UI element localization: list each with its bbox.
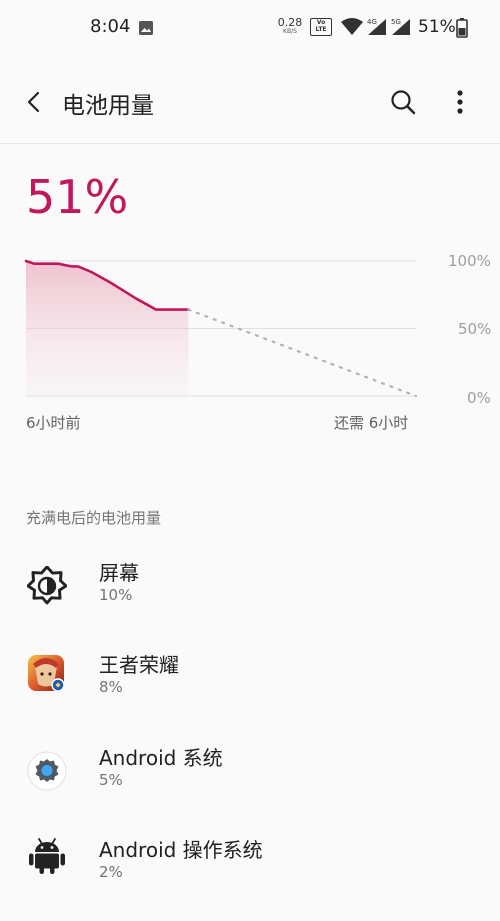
svg-text:4G: 4G xyxy=(367,18,377,26)
projected-usage-line xyxy=(187,308,418,398)
usage-item-name: Android 系统 xyxy=(99,746,223,770)
back-arrow-icon[interactable] xyxy=(20,88,48,116)
y-axis-label-0: 0% xyxy=(467,389,491,407)
app-bar: 电池用量 xyxy=(0,68,500,134)
status-time: 8:04 xyxy=(90,16,131,37)
usage-item-percent: 5% xyxy=(99,771,123,789)
y-axis-label-100: 100% xyxy=(448,252,491,270)
app-bar-divider xyxy=(0,143,500,144)
usage-item-name: Android 操作系统 xyxy=(99,838,263,862)
battery-percent-status: 51% xyxy=(418,17,456,37)
battery-chart-svg xyxy=(24,259,418,398)
battery-icon xyxy=(456,18,468,38)
usage-item-percent: 8% xyxy=(99,678,123,696)
net-speed: 0.28 KB/S xyxy=(277,16,303,35)
x-axis-label-start: 6小时前 xyxy=(26,414,81,432)
usage-item-android-system[interactable]: Android 系统 5% xyxy=(0,741,500,829)
status-bar: 8:04 0.28 KB/S Vo LTE 4G 5G 51% xyxy=(0,0,500,56)
usage-item-name: 屏幕 xyxy=(99,561,139,585)
usage-item-screen[interactable]: 屏幕 10% xyxy=(0,556,500,644)
more-options-icon[interactable] xyxy=(448,87,472,117)
page-title: 电池用量 xyxy=(62,93,154,119)
android-system-icon xyxy=(27,751,67,791)
svg-text:5G: 5G xyxy=(391,18,401,26)
android-os-icon xyxy=(29,838,65,874)
battery-usage-chart: 100% 50% 0% 6小时前 还需 6小时 xyxy=(0,240,500,440)
usage-item-name: 王者荣耀 xyxy=(99,653,179,677)
y-axis-label-50: 50% xyxy=(458,320,492,338)
battery-level-label: 51% xyxy=(26,170,129,224)
usage-item-percent: 10% xyxy=(99,586,133,604)
usage-item-android-os[interactable]: Android 操作系统 2% xyxy=(0,833,500,921)
game-app-icon xyxy=(28,655,65,692)
image-notification-icon xyxy=(139,21,153,35)
section-title: 充满电后的电池用量 xyxy=(26,509,162,527)
wifi-icon xyxy=(341,18,363,35)
search-icon[interactable] xyxy=(388,87,418,117)
usage-item-game[interactable]: 王者荣耀 8% xyxy=(0,648,500,736)
usage-item-percent: 2% xyxy=(99,863,123,881)
screen-brightness-icon xyxy=(27,566,67,605)
signal-4g-icon: 4G xyxy=(367,18,386,35)
x-axis-label-end: 还需 6小时 xyxy=(334,414,409,432)
signal-5g-icon: 5G xyxy=(391,18,410,35)
volte-icon: Vo LTE xyxy=(310,18,332,36)
